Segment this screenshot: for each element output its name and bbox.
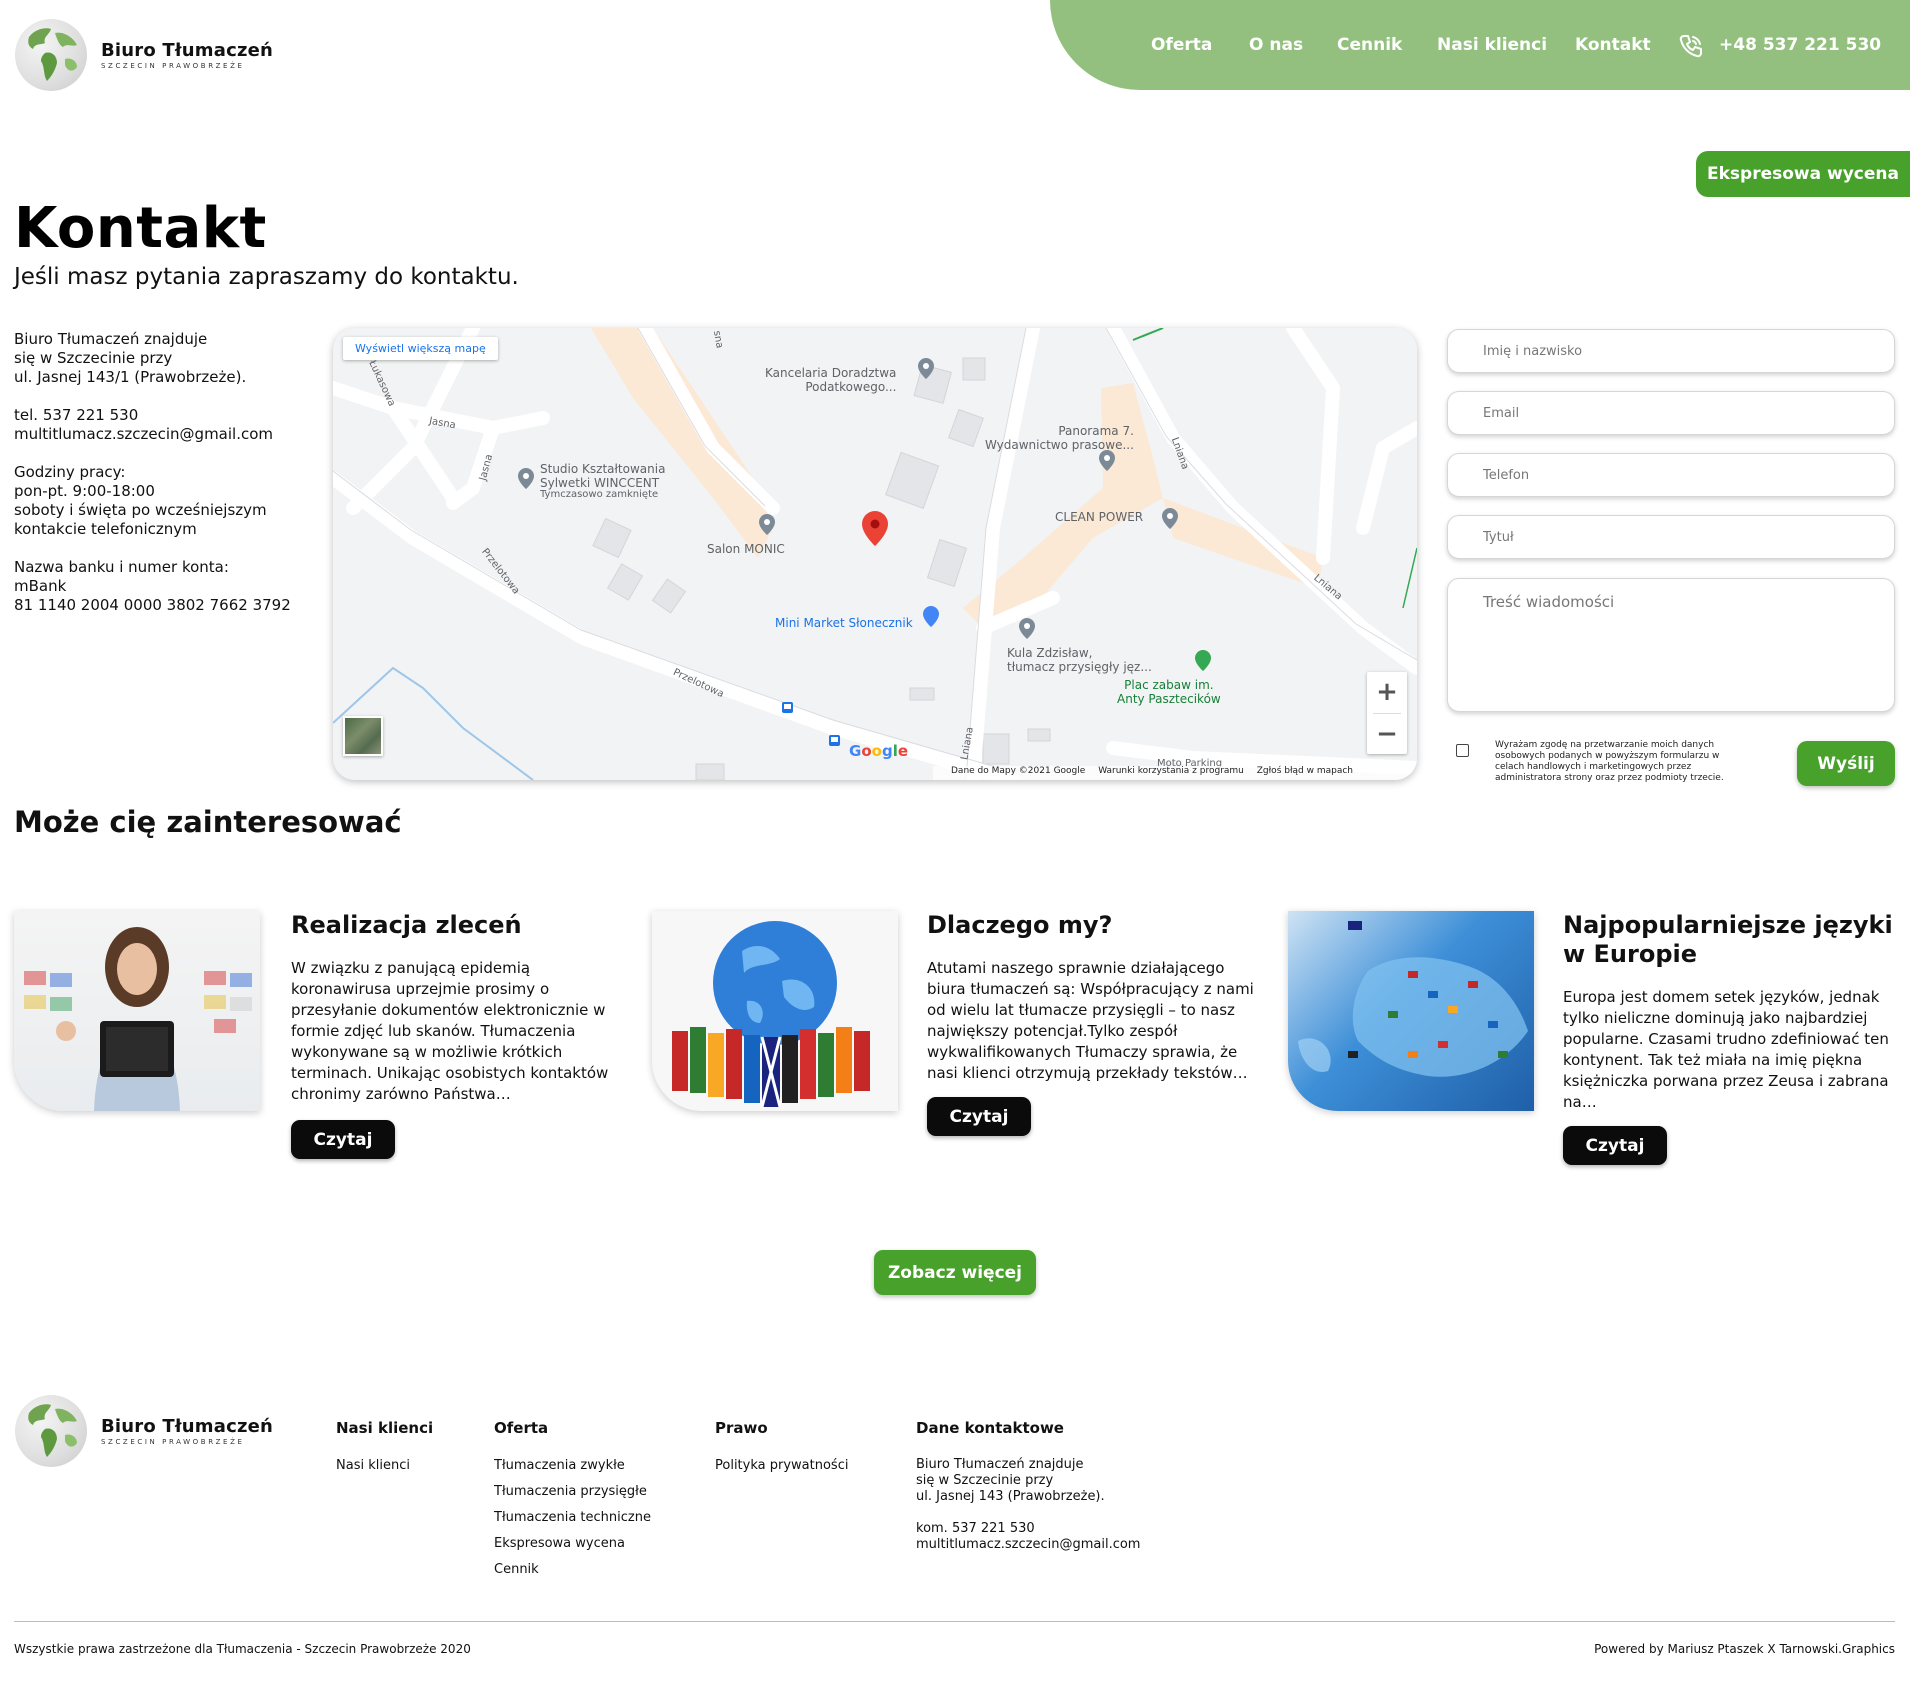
brand-title: Biuro Tłumaczeń bbox=[101, 40, 274, 61]
brand-title: Biuro Tłumaczeń bbox=[101, 1416, 274, 1437]
zoom-in-button[interactable]: + bbox=[1367, 672, 1407, 712]
express-quote-button[interactable]: Ekspresowa wycena bbox=[1696, 151, 1910, 197]
map-attribution: Dane do Mapy ©2021 Google Warunki korzys… bbox=[933, 766, 1417, 780]
map-data-credit: Dane do Mapy ©2021 Google bbox=[951, 766, 1086, 776]
nav-nasi-klienci[interactable]: Nasi klienci bbox=[1437, 35, 1547, 55]
footer-contact: Biuro Tłumaczeń znajduje się w Szczecini… bbox=[916, 1457, 1140, 1569]
message-field[interactable]: Treść wiadomości bbox=[1447, 578, 1895, 712]
footer-link[interactable]: Ekspresowa wycena bbox=[494, 1536, 625, 1551]
address-line: się w Szczecinie przy bbox=[14, 349, 173, 367]
consent-text: Wyrażam zgodę na przetwarzanie moich dan… bbox=[1495, 740, 1724, 783]
bank-account: 81 1140 2004 0000 3802 7662 3792 bbox=[14, 596, 291, 614]
footer-column-title: Oferta bbox=[494, 1419, 549, 1437]
consent-checkbox[interactable] bbox=[1456, 744, 1469, 757]
google-map[interactable]: Wyświetl większą mapę Kancelaria Doradzt… bbox=[333, 328, 1417, 780]
page-title: Kontakt bbox=[14, 196, 267, 261]
satellite-toggle[interactable] bbox=[343, 716, 383, 756]
address-line: Biuro Tłumaczeń znajduje bbox=[14, 330, 208, 348]
map-roads bbox=[333, 328, 1417, 780]
footer-column-title: Dane kontaktowe bbox=[916, 1419, 1064, 1437]
map-label[interactable]: CLEAN POWER bbox=[1055, 510, 1143, 524]
footer-link[interactable]: Tłumaczenia zwykłe bbox=[494, 1458, 625, 1473]
read-more-button[interactable]: Czytaj bbox=[291, 1120, 395, 1159]
read-more-button[interactable]: Czytaj bbox=[927, 1097, 1031, 1136]
phone-field[interactable]: Telefon bbox=[1447, 453, 1895, 497]
article-excerpt: Europa jest domem setek języków, jednak … bbox=[1563, 988, 1889, 1111]
brand-subtitle: SZCZECIN PRAWOBRZEŻE bbox=[101, 62, 245, 70]
footer-logo[interactable]: Biuro Tłumaczeń SZCZECIN PRAWOBRZEŻE bbox=[15, 1395, 273, 1467]
article-excerpt: W związku z panującą epidemią koronawiru… bbox=[291, 959, 609, 1103]
map-label[interactable]: Mini Market Słonecznik bbox=[775, 616, 913, 630]
footer-link[interactable]: Nasi klienci bbox=[336, 1458, 410, 1473]
footer-link[interactable]: Tłumaczenia techniczne bbox=[494, 1510, 651, 1525]
footer-link[interactable]: Cennik bbox=[494, 1562, 539, 1577]
footer-email[interactable]: multitlumacz.szczecin@gmail.com bbox=[916, 1537, 1140, 1552]
hours-label: Godziny pracy: bbox=[14, 463, 126, 481]
nav-o-nas[interactable]: O nas bbox=[1249, 35, 1303, 55]
article-image-globe-books[interactable] bbox=[652, 911, 898, 1111]
address-line: ul. Jasnej 143/1 (Prawobrzeże). bbox=[14, 368, 247, 386]
map-label: Tymczasowo zamknięte bbox=[540, 489, 659, 500]
bank-label: Nazwa banku i numer konta: bbox=[14, 558, 229, 576]
footer-column-title: Nasi klienci bbox=[336, 1419, 434, 1437]
hours-line: kontakcie telefonicznym bbox=[14, 520, 197, 538]
email-text[interactable]: multitlumacz.szczecin@gmail.com bbox=[14, 425, 273, 443]
footer-column-title: Prawo bbox=[715, 1419, 768, 1437]
map-label[interactable]: Kancelaria Doradztwa Podatkowego... bbox=[765, 366, 896, 394]
footer-divider bbox=[14, 1621, 1895, 1622]
hours-line: soboty i święta po wcześniejszym bbox=[14, 501, 267, 519]
see-more-button[interactable]: Zobacz więcej bbox=[874, 1250, 1036, 1295]
footer-link[interactable]: Tłumaczenia przysięgłe bbox=[494, 1484, 647, 1499]
globe-icon bbox=[15, 1395, 87, 1467]
hours-line: pon-pt. 9:00-18:00 bbox=[14, 482, 155, 500]
page-subtitle: Jeśli masz pytania zapraszamy do kontakt… bbox=[14, 264, 519, 290]
subject-field[interactable]: Tytuł bbox=[1447, 515, 1895, 559]
map-label[interactable]: Kula Zdzisław, tłumacz przysięgły jęz... bbox=[1007, 646, 1152, 674]
contact-info: Biuro Tłumaczeń znajduje się w Szczecini… bbox=[14, 330, 304, 634]
map-label[interactable]: Plac zabaw im. Anty Pasztecików bbox=[1117, 678, 1221, 706]
nav-kontakt[interactable]: Kontakt bbox=[1575, 35, 1651, 55]
article-image-europe-map[interactable] bbox=[1288, 911, 1534, 1111]
brand-logo[interactable]: Biuro Tłumaczeń SZCZECIN PRAWOBRZEŻE bbox=[15, 19, 273, 91]
brand-subtitle: SZCZECIN PRAWOBRZEŻE bbox=[101, 1438, 245, 1446]
nav-cennik[interactable]: Cennik bbox=[1337, 35, 1402, 55]
article-image-woman-tablet[interactable] bbox=[14, 911, 260, 1111]
name-field[interactable]: Imię i nazwisko bbox=[1447, 329, 1895, 373]
article-title[interactable]: Najpopularniejsze języki w Europie bbox=[1563, 911, 1893, 969]
article-excerpt: Atutami naszego sprawnie działającego bi… bbox=[927, 959, 1254, 1082]
article-title[interactable]: Realizacja zleceń bbox=[291, 911, 621, 940]
footer-address-line: się w Szczecinie przy bbox=[916, 1473, 1054, 1488]
powered-by-text[interactable]: Powered by Mariusz Ptaszek X Tarnowski.G… bbox=[1594, 1642, 1895, 1656]
map-label[interactable]: Salon MONIC bbox=[707, 542, 785, 556]
footer-address-line: Biuro Tłumaczeń znajduje bbox=[916, 1457, 1084, 1472]
section-title: Może cię zainteresować bbox=[14, 805, 402, 839]
map-zoom-controls: + − bbox=[1367, 672, 1407, 754]
map-report-link[interactable]: Zgłoś błąd w mapach bbox=[1257, 766, 1353, 776]
nav-phone-number[interactable]: +48 537 221 530 bbox=[1719, 35, 1881, 55]
map-label[interactable]: Panorama 7. Wydawnictwo prasowe... bbox=[985, 424, 1134, 452]
larger-map-link[interactable]: Wyświetl większą mapę bbox=[343, 337, 498, 360]
map-label[interactable]: Studio Kształtowania Sylwetki WINCCENT bbox=[540, 462, 665, 490]
globe-icon bbox=[15, 19, 87, 91]
nav-oferta[interactable]: Oferta bbox=[1151, 35, 1212, 55]
zoom-out-button[interactable]: − bbox=[1367, 714, 1407, 754]
phone-icon[interactable] bbox=[1678, 33, 1704, 59]
google-logo: Google bbox=[849, 742, 909, 760]
phone-text[interactable]: tel. 537 221 530 bbox=[14, 406, 138, 424]
article-title[interactable]: Dlaczego my? bbox=[927, 911, 1257, 940]
email-field[interactable]: Email bbox=[1447, 391, 1895, 435]
bank-name: mBank bbox=[14, 577, 67, 595]
read-more-button[interactable]: Czytaj bbox=[1563, 1126, 1667, 1165]
map-terms-link[interactable]: Warunki korzystania z programu bbox=[1098, 766, 1244, 776]
copyright-text: Wszystkie prawa zastrzeżone dla Tłumacze… bbox=[14, 1642, 471, 1656]
footer-link[interactable]: Polityka prywatności bbox=[715, 1458, 848, 1473]
footer-address-line: ul. Jasnej 143 (Prawobrzeże). bbox=[916, 1489, 1105, 1504]
footer-phone[interactable]: kom. 537 221 530 bbox=[916, 1521, 1035, 1536]
send-button[interactable]: Wyślij bbox=[1797, 741, 1895, 786]
